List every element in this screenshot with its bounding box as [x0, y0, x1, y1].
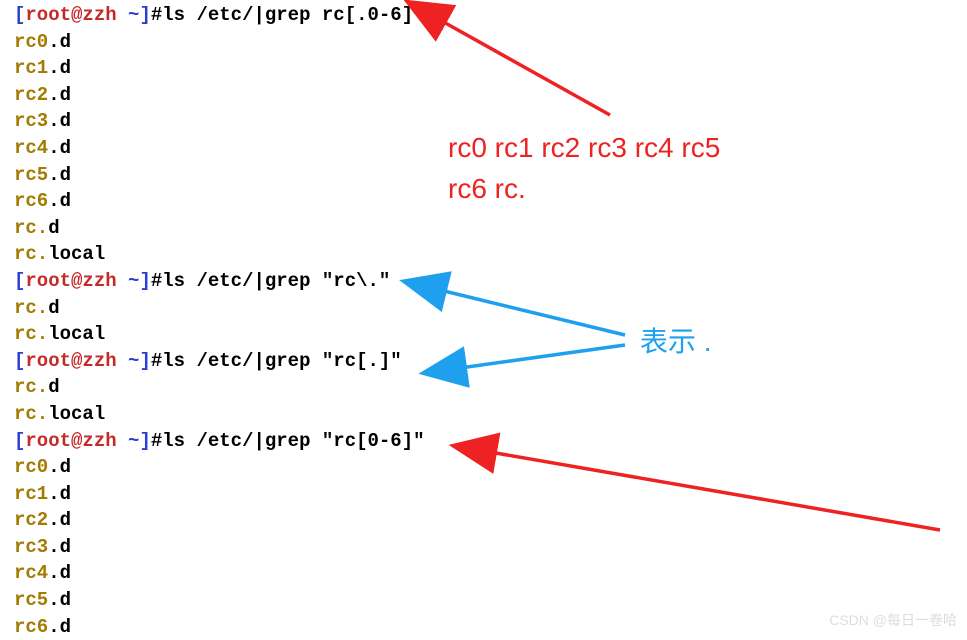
prompt-user: root — [25, 4, 71, 26]
output-line: rc2.d — [14, 82, 967, 109]
prompt-line: [root@zzh ~]#ls /etc/|grep "rc\." — [14, 268, 967, 295]
output-line: rc.local — [14, 241, 967, 268]
prompt-tilde: ~ — [117, 4, 140, 26]
output-line: rc6.d — [14, 614, 967, 640]
prompt-line: [root@zzh ~]#ls /etc/|grep "rc[0-6]" — [14, 428, 967, 455]
output-line: rc1.d — [14, 481, 967, 508]
output-line: rc5.d — [14, 587, 967, 614]
command-text: ls /etc/|grep "rc[.]" — [162, 350, 401, 372]
prompt-host: zzh — [82, 4, 116, 26]
command-text: ls /etc/|grep rc[.0-6] — [162, 4, 413, 26]
output-line: rc2.d — [14, 507, 967, 534]
prompt-hash: # — [151, 4, 162, 26]
output-line: rc3.d — [14, 108, 967, 135]
output-line: rc.local — [14, 321, 967, 348]
output-line: rc.local — [14, 401, 967, 428]
command-text: ls /etc/|grep "rc\." — [162, 270, 390, 292]
output-line: rc6.d — [14, 188, 967, 215]
output-line: rc3.d — [14, 534, 967, 561]
output-line: rc4.d — [14, 135, 967, 162]
output-line: rc.d — [14, 215, 967, 242]
terminal-output: [root@zzh ~]#ls /etc/|grep rc[.0-6] rc0.… — [14, 2, 967, 640]
prompt-at: @ — [71, 4, 82, 26]
prompt-line: [root@zzh ~]#ls /etc/|grep "rc[.]" — [14, 348, 967, 375]
prompt-line: [root@zzh ~]#ls /etc/|grep rc[.0-6] — [14, 2, 967, 29]
output-line: rc.d — [14, 374, 967, 401]
output-line: rc0.d — [14, 29, 967, 56]
bracket-close: ] — [139, 4, 150, 26]
output-line: rc1.d — [14, 55, 967, 82]
output-line: rc5.d — [14, 162, 967, 189]
output-line: rc0.d — [14, 454, 967, 481]
command-text: ls /etc/|grep "rc[0-6]" — [162, 430, 424, 452]
bracket-open: [ — [14, 4, 25, 26]
output-line: rc4.d — [14, 560, 967, 587]
output-line: rc.d — [14, 295, 967, 322]
